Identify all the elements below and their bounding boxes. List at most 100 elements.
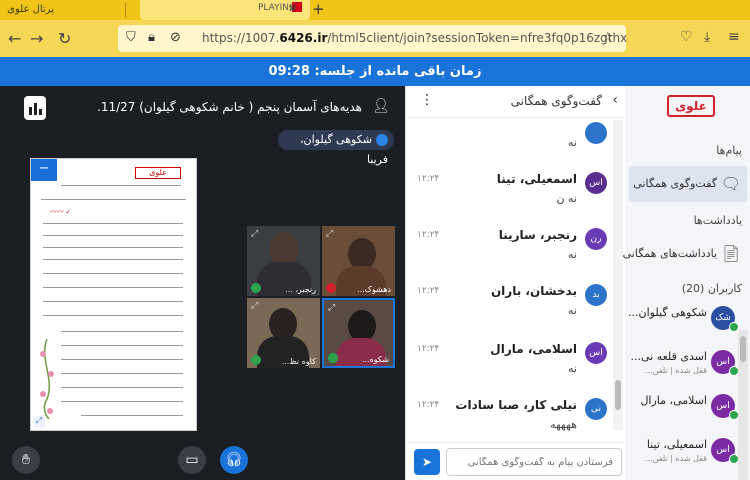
chat-header: ⋮ گفت‌وگوی همگانی ‹ [406,86,626,118]
user-list-item[interactable]: اس اسلامی، مارال [629,388,739,428]
user-list-scrollbar[interactable] [738,330,748,480]
avatar: اس [585,342,607,364]
chat-message: اس اسلامی، مارال ۱۲:۲۴ نه [417,342,607,382]
back-icon[interactable]: ← [8,29,21,48]
avatar: رن [585,228,607,250]
user-name: اسمعیلی، تینا [646,438,707,451]
avatar: نی [585,398,607,420]
user-list-item[interactable]: اس اسمعیلی، تینا قفل شده | تلفن... [629,432,739,472]
user-name: شکوهی گیلوان... [628,306,707,319]
reload-icon[interactable]: ↻ [58,29,71,48]
video-name: شکوه... [361,355,389,364]
slide-logo: علوی [135,167,181,179]
message-time: ۱۲:۲۴ [417,230,440,240]
notes-section-label: یادداشت‌ها [693,214,742,227]
message-sender: نیلی کار، صبا سادات [455,398,577,412]
video-name: کاوه نظ... [281,357,316,366]
message-sender: بدخشان، باران [490,284,577,298]
shield-icon[interactable]: ⛉ [126,30,136,45]
presentation-area: 👤︎ هدیه‌های آسمان پنجم ( خانم شکوهی گیلو… [0,86,405,480]
share-screen-button[interactable]: ▭ [178,446,206,474]
expand-icon[interactable]: ⤢ [326,229,333,239]
mic-icon [251,355,261,365]
mic-icon [251,283,261,293]
bookmark-star-icon[interactable]: ☆ [602,30,614,45]
message-time: ۱۲:۲۴ [417,344,440,354]
tab-close-icon[interactable]: ✕ [288,2,297,15]
expand-icon[interactable]: ⤢ [251,229,258,239]
chat-panel: ⋮ گفت‌وگوی همگانی ‹ نه اس اسمعیلی، تینا … [405,86,626,480]
video-name: رنجبر، ... [285,285,316,294]
browser-nav-bar: ← → ↻ ⛉ 🔒︎ ⊘ https://1007.6426.ir/html5c… [0,20,750,57]
chat-message-partial: نه [417,120,607,150]
user-status: قفل شده | تلفن... [645,454,707,463]
user-list-toggle-icon[interactable]: 👤︎ [372,98,390,114]
fit-to-width-icon[interactable]: ⤢ [33,416,45,428]
chat-title: گفت‌وگوی همگانی [510,94,602,108]
avatar: اس [585,172,607,194]
message-sender: اسمعیلی، تینا [496,172,577,186]
new-tab-icon[interactable]: + [312,0,325,18]
tab-portal[interactable]: پرتال علوی [0,0,60,20]
message-sender: اسلامی، مارال [490,342,577,356]
mic-icon [376,134,388,146]
pocket-icon[interactable]: ♡ [680,29,693,45]
user-name: اسدی قلعه نی... [630,350,707,363]
user-list-item[interactable]: اس اسدی قلعه نی... قفل شده | تلفن... [629,344,739,384]
chat-scrollbar[interactable] [613,120,623,430]
audio-button[interactable]: 🎧︎ [220,446,248,474]
session-timer: زمان باقی مانده از جلسه: 09:28 [0,57,750,86]
message-text: نه ن [556,192,577,205]
chat-message: نی نیلی کار، صبا سادات ۱۲:۲۴ ههههه [417,398,607,438]
raise-hand-button[interactable]: ✋︎ [12,446,40,474]
notes-icon: 📄︎ [720,244,741,263]
mic-icon [328,353,338,363]
download-icon[interactable]: ⤓ [704,29,710,45]
chat-bubble-icon: 🗨︎ [720,174,741,193]
user-list-item[interactable]: شک شکوهی گیلوان... [628,300,739,340]
sidebar: علوی پیام‌ها 🗨︎ گفت‌وگوی همگانی یادداشت‌… [623,86,750,480]
meeting-title: هدیه‌های آسمان پنجم ( خانم شکوهی گیلوان)… [98,100,362,114]
forward-icon[interactable]: → [30,29,43,48]
decorative-vine [40,339,54,419]
menu-icon[interactable]: ≡ [728,29,740,45]
presentation-slide: − علوی 〰〰 ✓ ⤢ [30,158,197,431]
sidebar-item-shared-notes[interactable]: 📄︎ یادداشت‌های همگانی [623,236,747,272]
brand-logo: علوی [667,95,715,117]
video-tile[interactable]: ⤢ شکوه... [322,298,395,368]
url-text: https://1007.6426.ir/html5client/join?se… [202,31,628,45]
messages-section-label: پیام‌ها [716,144,742,157]
message-text: نه [568,304,577,317]
user-name: اسلامی، مارال [640,394,707,407]
video-tile[interactable]: ⤢ کاوه نظ... [247,298,320,368]
message-time: ۱۲:۲۴ [417,174,440,184]
expand-icon[interactable]: ⤢ [251,301,258,311]
avatar [585,122,607,144]
chat-message: اس اسمعیلی، تینا ۱۲:۲۴ نه ن [417,172,607,212]
send-message-button[interactable]: ➤ [414,449,440,475]
chat-message: رن رنجبر، سارینا ۱۲:۲۴ نه [417,228,607,268]
minimize-presentation-icon[interactable]: − [31,159,57,181]
lock-icon[interactable]: 🔒︎ [148,30,155,45]
chevron-left-icon[interactable]: ‹ [612,92,618,108]
message-text: ههههه [550,418,577,431]
tab-separator [125,3,126,17]
message-sender: رنجبر، سارینا [498,228,577,242]
permissions-icon[interactable]: ⊘ [170,30,181,45]
sidebar-item-public-chat[interactable]: 🗨︎ گفت‌وگوی همگانی [629,166,747,202]
presenter-talking-indicator: شکوهی گیلوان، فریبا [278,130,394,166]
video-tile[interactable]: ⤢ دهشوک... [322,226,395,296]
video-tile[interactable]: ⤢ رنجبر، ... [247,226,320,296]
message-time: ۱۲:۲۴ [417,400,440,410]
handwriting-mark: 〰〰 ✓ [49,208,72,216]
chat-options-icon[interactable]: ⋮ [420,92,434,108]
expand-icon[interactable]: ⤢ [328,303,335,313]
connection-stats-icon[interactable] [24,96,46,120]
message-text: نه [568,248,577,261]
url-bar[interactable]: ⛉ 🔒︎ ⊘ https://1007.6426.ir/html5client/… [118,25,628,52]
chat-input-area: ➤ [406,442,626,480]
mic-muted-icon [326,283,336,293]
chat-message-input[interactable] [446,448,622,476]
users-section-label: کاربران (20) [681,282,742,295]
browser-tab-bar: پرتال علوی PLAYING ✕ + [0,0,750,20]
